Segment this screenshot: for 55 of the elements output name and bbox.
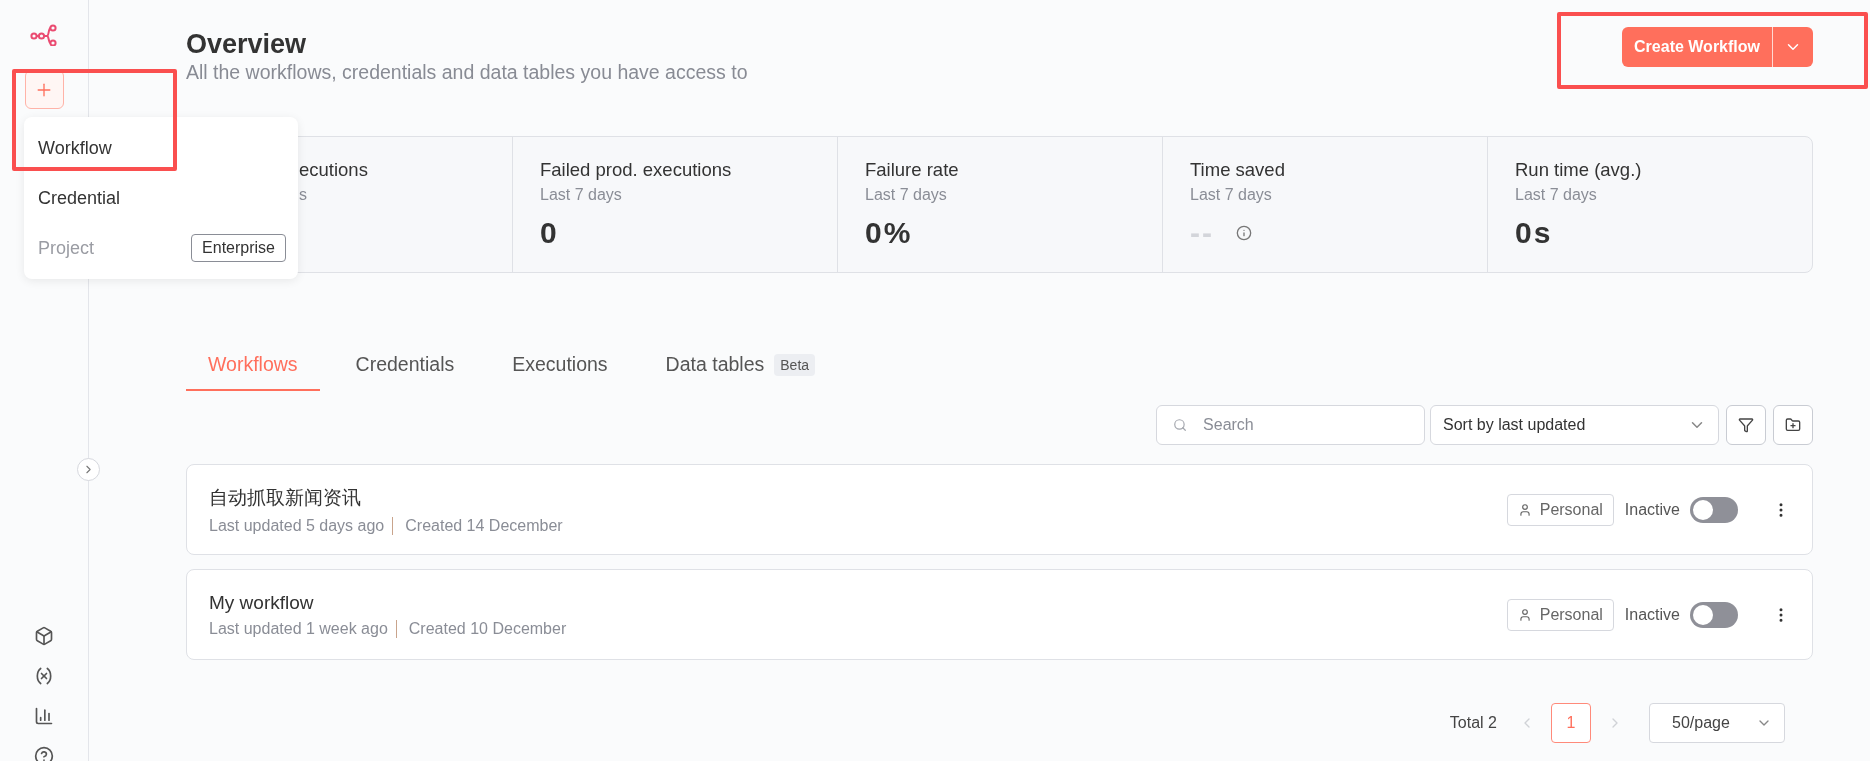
menu-item[interactable]: Credential [24,173,298,223]
bar-chart-icon[interactable] [33,705,55,727]
search-icon [1173,417,1188,433]
stat-value: 0% [865,216,913,250]
search-field[interactable]: Search [1156,405,1425,445]
workflow-card[interactable]: 自动抓取新闻资讯 Last updated 5 days ago Created 14 December Personal Inactive [186,464,1813,555]
stat-period: Last 7 days [1515,186,1598,204]
box-icon[interactable] [33,625,55,647]
stat-period: Last 7 days [1190,186,1273,204]
beta-badge: Beta [774,353,816,376]
stat-period: Last 7 days [540,186,623,204]
search-input[interactable]: Search [1201,415,1408,435]
enterprise-badge: Enterprise [191,234,286,262]
updated-text: Last updated 5 days ago [209,516,385,535]
workflow-name: My workflow [209,591,315,614]
user-icon [1517,502,1532,517]
expand-button[interactable] [77,458,100,481]
stat-label: Run time (avg.) [1515,159,1643,181]
updated-text: Last updated 1 week ago [209,619,388,638]
sort-select[interactable]: Sort by last updated [1430,405,1719,445]
stat-value: 0s [1515,216,1553,250]
folder-plus-icon [1785,417,1801,433]
help-icon[interactable] [33,745,55,761]
stat-period: Last 7 days [865,186,948,204]
stat-label: Time saved [1190,159,1286,181]
owner-badge: Personal [1506,598,1614,631]
user-icon [1517,607,1532,622]
active-toggle[interactable] [1690,601,1738,628]
created-text: Created 10 December [395,619,567,638]
stat-value: -- [1190,216,1214,250]
stat-label: Failure rate [865,159,960,181]
stat-period: s [299,186,308,204]
filter-icon [1738,417,1754,433]
total-count: Total 2 [1449,714,1497,732]
filter-button[interactable] [1726,405,1766,445]
tab[interactable]: Data tables Beta [643,353,838,391]
created-text: Created 14 December [392,516,563,535]
stat-label: Failed prod. executions [540,159,733,181]
menu-item[interactable]: Workflow [24,123,298,173]
status-label: Inactive [1624,500,1680,519]
owner-badge: Personal [1506,493,1614,526]
stat-label: ecutions [299,159,369,181]
workflow-name: 自动抓取新闻资讯 [209,485,362,510]
page-title: Overview [186,28,308,59]
logo-icon [30,24,58,46]
stat-value: 0 [540,216,559,250]
active-toggle[interactable] [1690,496,1738,523]
tab[interactable]: Executions [490,353,630,391]
status-label: Inactive [1624,605,1680,624]
info-icon[interactable] [1236,225,1252,241]
new-folder-button[interactable] [1773,405,1813,445]
tab[interactable]: Credentials [333,353,477,391]
page-size-select[interactable]: 50/page [1649,703,1785,743]
page-subtitle: All the workflows, credentials and data tables you have access to [186,61,748,84]
workflow-card[interactable]: My workflow Last updated 1 week ago Created 10 December Personal Inactive [186,569,1813,660]
